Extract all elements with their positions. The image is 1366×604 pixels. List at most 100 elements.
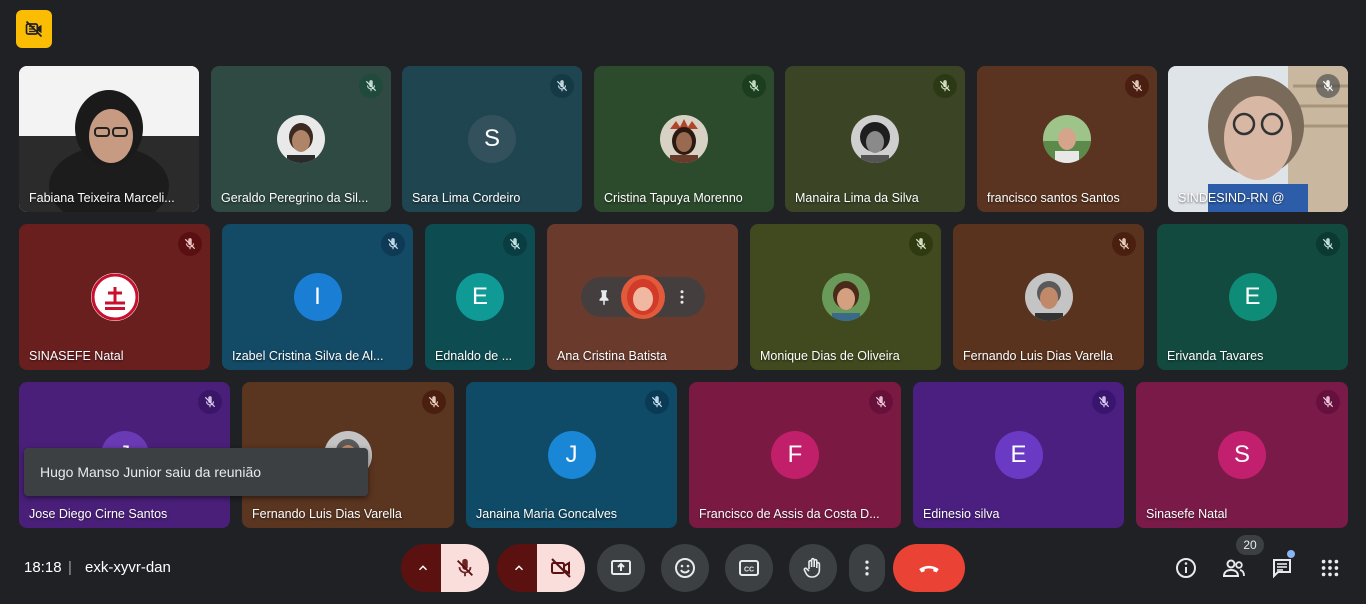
mic-off-indicator	[909, 232, 933, 256]
mic-off-icon	[364, 79, 378, 93]
mic-off-icon	[914, 237, 928, 251]
mic-off-icon	[1117, 237, 1131, 251]
participant-name: Francisco de Assis da Costa D...	[699, 507, 880, 521]
avatar-letter: I	[293, 273, 342, 321]
emoji-icon	[675, 558, 695, 578]
mic-off-indicator	[503, 232, 527, 256]
pin-icon[interactable]	[595, 288, 613, 306]
mic-off-icon	[747, 79, 761, 93]
avatar-letter: S	[1218, 431, 1266, 479]
raise-hand-button[interactable]	[789, 544, 837, 592]
participant-tile[interactable]: Manaira Lima da Silva	[785, 66, 965, 212]
mic-off-indicator	[359, 74, 383, 98]
participant-tile-pinned-hover[interactable]: Ana Cristina Batista	[547, 224, 738, 370]
mic-off-indicator	[1316, 390, 1340, 414]
more-options-button[interactable]	[849, 544, 885, 592]
avatar-letter: F	[771, 431, 819, 479]
avatar	[621, 275, 665, 319]
more-vert-icon[interactable]	[673, 288, 691, 306]
more-vert-icon	[865, 560, 869, 576]
participant-tile[interactable]: E Ednaldo de ...	[425, 224, 535, 370]
avatar-letter: E	[1228, 273, 1277, 321]
chat-icon	[1273, 559, 1291, 579]
participant-tile[interactable]: SINDESIND-RN @	[1168, 66, 1348, 212]
present-screen-button[interactable]	[597, 544, 645, 592]
activities-button[interactable]	[1314, 552, 1346, 584]
notification-toast: Hugo Manso Junior saiu da reunião	[24, 448, 368, 496]
chat-unread-dot	[1287, 550, 1295, 558]
participant-name: Monique Dias de Oliveira	[760, 349, 900, 363]
participant-name: Erivanda Tavares	[1167, 349, 1264, 363]
participant-name: francisco santos Santos	[987, 191, 1120, 205]
meeting-info-button[interactable]	[1170, 552, 1202, 584]
participant-name: Ana Cristina Batista	[557, 349, 667, 363]
participant-tile[interactable]: Fabiana Teixeira Marceli...	[19, 66, 199, 212]
mic-off-icon	[1321, 79, 1335, 93]
avatar	[821, 273, 870, 321]
mic-off-icon	[386, 237, 400, 251]
leave-call-button[interactable]	[893, 544, 965, 592]
mic-off-indicator	[381, 232, 405, 256]
mic-off-indicator	[1316, 232, 1340, 256]
participant-tile[interactable]: F Francisco de Assis da Costa D...	[689, 382, 901, 528]
participant-tile[interactable]: I Izabel Cristina Silva de Al...	[222, 224, 413, 370]
participant-tile[interactable]: S Sara Lima Cordeiro	[402, 66, 582, 212]
participant-tile[interactable]: Cristina Tapuya Morenno	[594, 66, 774, 212]
apps-grid-icon	[1321, 559, 1339, 577]
mic-off-icon	[508, 237, 522, 251]
call-end-icon	[919, 565, 939, 573]
participant-name: Janaina Maria Goncalves	[476, 507, 618, 521]
participant-name: Ednaldo de ...	[435, 349, 513, 363]
info-icon	[1176, 558, 1196, 578]
mic-off-icon	[1321, 395, 1335, 409]
mic-off-icon	[1130, 79, 1144, 93]
mic-off-icon	[427, 395, 441, 409]
participant-name: Fernando Luis Dias Varella	[252, 507, 402, 521]
mic-off-indicator	[1125, 74, 1149, 98]
avatar-letter: E	[456, 273, 504, 321]
camera-toggle-button[interactable]	[537, 544, 585, 592]
avatar	[1024, 273, 1073, 321]
participant-tile[interactable]: S Sinasefe Natal	[1136, 382, 1348, 528]
mic-off-indicator	[198, 390, 222, 414]
avatar	[660, 115, 708, 163]
bottom-bar: 18:18 | exk-xyvr-dan CC 20	[0, 535, 1366, 604]
participant-name: Sinasefe Natal	[1146, 507, 1228, 521]
mic-off-icon	[454, 557, 476, 579]
participant-tile[interactable]: SINASEFE Natal	[19, 224, 210, 370]
avatar	[851, 115, 899, 163]
participant-tile[interactable]: francisco santos Santos	[977, 66, 1157, 212]
closed-captions-icon: CC	[739, 560, 759, 576]
participant-tile[interactable]: Monique Dias de Oliveira	[750, 224, 941, 370]
mic-off-indicator	[645, 390, 669, 414]
participant-tile[interactable]: Geraldo Peregrino da Sil...	[211, 66, 391, 212]
mic-off-icon	[183, 237, 197, 251]
captions-button[interactable]: CC	[725, 544, 773, 592]
participant-tile[interactable]: E Edinesio silva	[913, 382, 1124, 528]
mic-off-indicator	[1112, 232, 1136, 256]
participant-name: SINASEFE Natal	[29, 349, 124, 363]
emoji-reaction-button[interactable]	[661, 544, 709, 592]
people-button[interactable]	[1218, 552, 1250, 584]
meeting-time: 18:18	[24, 559, 62, 576]
participant-name: Jose Diego Cirne Santos	[29, 507, 168, 521]
mic-off-icon	[938, 79, 952, 93]
mic-off-icon	[874, 395, 888, 409]
mic-toggle-button[interactable]	[441, 544, 489, 592]
video-options-button[interactable]	[497, 544, 541, 592]
participant-name: Geraldo Peregrino da Sil...	[221, 191, 369, 205]
mic-off-indicator	[178, 232, 202, 256]
participant-name: Fernando Luis Dias Varella	[963, 349, 1113, 363]
mic-off-icon	[1097, 395, 1111, 409]
toast-text: Hugo Manso Junior saiu da reunião	[40, 464, 262, 480]
participant-tile[interactable]: J Janaina Maria Goncalves	[466, 382, 677, 528]
avatar	[277, 115, 325, 163]
participant-tile[interactable]: Fernando Luis Dias Varella	[953, 224, 1144, 370]
audio-options-button[interactable]	[401, 544, 445, 592]
mic-off-icon	[1321, 237, 1335, 251]
separator: |	[68, 559, 72, 576]
participant-tile[interactable]: E Erivanda Tavares	[1157, 224, 1348, 370]
chevron-up-icon	[418, 565, 428, 571]
raise-hand-icon	[803, 557, 821, 578]
mic-off-icon	[555, 79, 569, 93]
